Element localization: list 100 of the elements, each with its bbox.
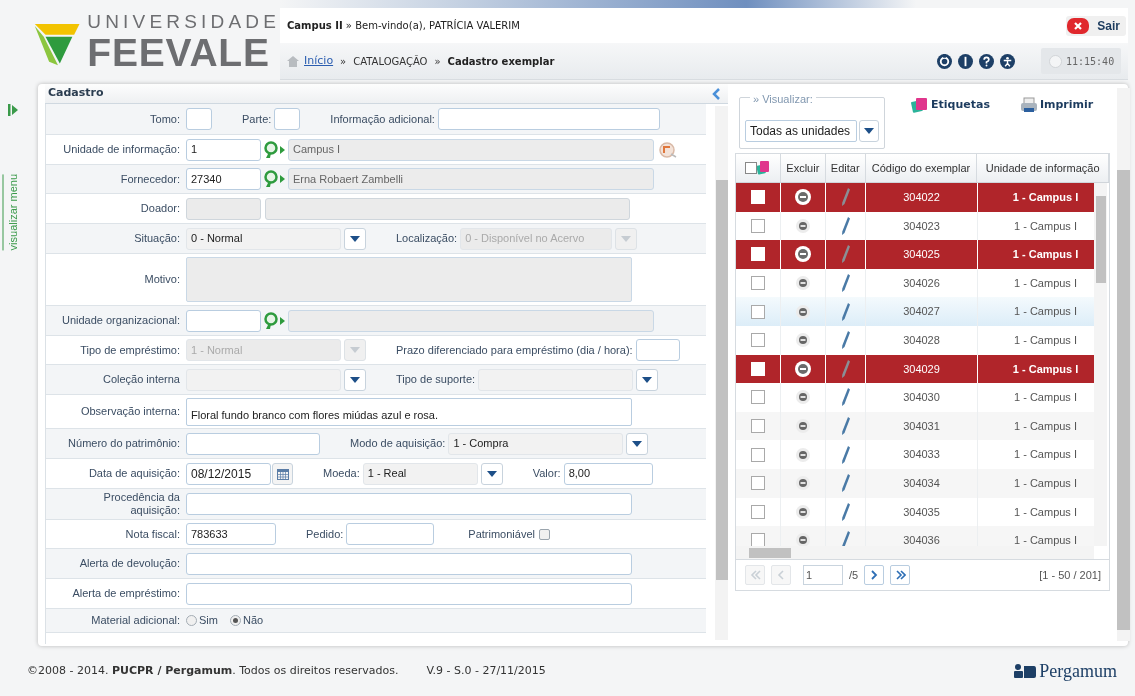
page-field[interactable]: 1 [803,565,843,585]
pencil-icon[interactable] [841,502,850,521]
text-field[interactable]: 1 [186,138,261,161]
pencil-icon[interactable] [841,216,850,235]
column-header[interactable]: Unidade de informação [977,154,1109,182]
checkbox[interactable] [751,447,765,462]
printer-icon [1019,97,1038,114]
pencil-icon[interactable] [841,274,850,293]
print-button[interactable]: Imprimir [1019,97,1094,114]
delete-icon[interactable] [796,447,810,462]
logout-button[interactable]: Sair [1066,15,1126,36]
checkbox[interactable] [751,476,765,491]
checkbox[interactable] [538,528,550,540]
delete-icon[interactable] [796,304,810,319]
checkbox[interactable] [751,504,765,519]
delete-icon[interactable] [796,533,810,546]
text-field[interactable]: 8,00 [563,462,653,485]
table-row[interactable]: 304029 1 - Campus I [736,354,1094,384]
scrollbar[interactable] [736,546,1094,559]
pencil-icon[interactable] [841,302,850,321]
checkbox[interactable] [751,276,765,291]
delete-icon[interactable] [796,276,810,291]
checkbox[interactable] [751,419,765,434]
text-field[interactable] [186,493,632,515]
pencil-icon[interactable] [841,359,850,378]
pencil-icon[interactable] [841,331,850,350]
text-field[interactable] [346,523,435,545]
table-cell-text: 1 - Campus I [1013,447,1078,463]
table-row[interactable]: 304025 1 - Campus I [736,240,1094,269]
help-icon[interactable] [979,53,994,69]
collapse-icon[interactable] [712,87,720,100]
text-field[interactable]: 27340 [186,168,261,190]
text-field[interactable] [186,432,320,455]
delete-icon[interactable] [796,476,810,491]
text-field[interactable]: 783633 [186,523,276,545]
column-header[interactable]: Editar [825,154,866,182]
search-icon[interactable] [264,311,286,330]
checkbox[interactable] [751,390,765,405]
text-field[interactable] [437,108,660,130]
pencil-icon[interactable] [841,188,850,207]
table-cell-text: 1 - Campus I [1013,476,1078,491]
table-cell-text: 1 - Campus I [1013,418,1078,434]
info-icon[interactable] [958,53,973,69]
delete-icon[interactable] [795,189,811,206]
home-link[interactable]: Início [304,52,334,70]
radio-option[interactable]: Sim [186,612,218,629]
clear-icon[interactable] [659,141,677,158]
pencil-icon[interactable] [841,445,850,464]
table-row[interactable]: 304027 1 - Campus I [736,297,1094,326]
checkbox[interactable] [751,218,765,233]
scrollbar[interactable] [715,106,728,640]
table-row[interactable]: 304036 1 - Campus I [736,526,1094,546]
text-field[interactable] [186,552,632,575]
checkbox[interactable] [745,162,758,174]
table-cell-text: 1 - Campus I [1013,390,1078,406]
radio-option[interactable]: Não [229,612,264,629]
labels-button[interactable]: Etiquetas [911,97,990,114]
scrollbar[interactable] [1094,183,1107,546]
breadcrumb-item[interactable]: CATALOGAÇÃO [353,53,428,69]
pencil-icon[interactable] [841,474,850,493]
search-icon[interactable] [264,140,286,159]
next-page-button[interactable] [864,565,885,585]
calendar-button[interactable] [272,462,293,485]
checkbox[interactable] [751,333,765,348]
text-field[interactable] [186,309,261,332]
field-label: Informação adicional: [330,111,435,127]
caret-icon [486,470,497,477]
column-header[interactable]: Código do exemplar [865,154,978,182]
pencil-icon[interactable] [841,388,850,407]
checkbox[interactable] [751,304,765,319]
search-icon[interactable] [264,170,286,188]
table-row[interactable]: 304022 1 - Campus I [736,183,1094,212]
expand-menu-icon[interactable] [8,104,18,116]
delete-icon[interactable] [796,390,810,405]
accessibility-icon[interactable] [1000,53,1015,69]
delete-icon[interactable] [796,504,810,519]
delete-icon[interactable] [795,246,811,263]
text-area[interactable]: Floral fundo branco com flores miúdas azul e rosa. [186,397,632,426]
checkbox[interactable] [751,533,765,546]
delete-icon[interactable] [796,419,810,434]
date-field[interactable]: 08/12/2015 [186,462,271,485]
delete-icon[interactable] [796,333,810,348]
column-header[interactable]: Excluir [780,154,826,182]
table-row[interactable]: 304031 1 - Campus I [736,411,1094,441]
pencil-icon[interactable] [841,245,850,264]
text-field[interactable] [186,108,212,130]
text-field[interactable] [274,108,301,130]
close-icon [1067,17,1090,34]
field-label: Coleção interna [102,373,180,386]
pencil-icon[interactable] [841,531,850,546]
delete-icon[interactable] [795,360,811,377]
lifebuoy-icon[interactable] [937,53,952,69]
delete-icon[interactable] [796,218,810,233]
scrollbar[interactable] [1117,88,1130,641]
table-row[interactable]: 304034 1 - Campus I [736,468,1094,498]
last-page-button[interactable] [890,565,911,585]
pencil-icon[interactable] [841,417,850,436]
text-field[interactable] [186,582,632,605]
field-label: Tomo: [150,112,180,126]
text-field[interactable] [635,339,680,361]
